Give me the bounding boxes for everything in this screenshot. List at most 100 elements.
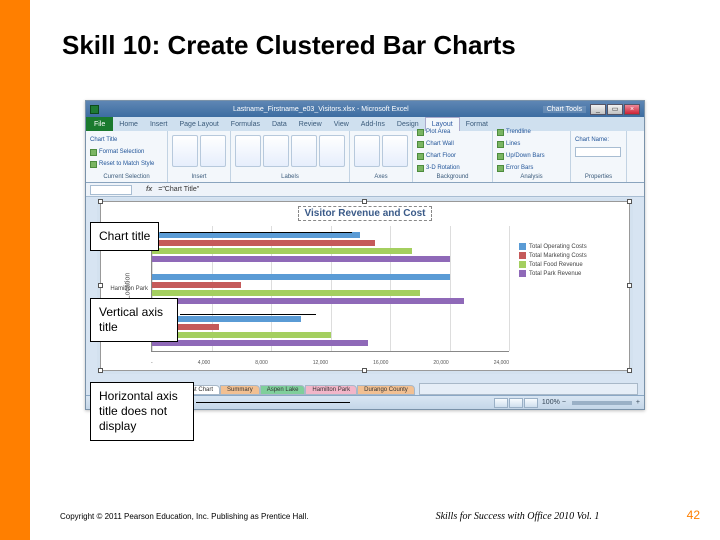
3d-rotation-button[interactable]: 3-D Rotation bbox=[417, 163, 460, 173]
legend-item[interactable]: Total Operating Costs bbox=[519, 242, 623, 251]
chart-name-label: Chart Name: bbox=[575, 135, 621, 145]
x-tick: 24,000 bbox=[494, 360, 509, 366]
document-title: Lastname_Firstname_e03_Visitors.xlsx - M… bbox=[103, 106, 539, 113]
group-insert: Insert bbox=[172, 173, 226, 180]
callout-chart-title: Chart title bbox=[90, 222, 159, 251]
normal-view-button[interactable] bbox=[494, 398, 508, 408]
chart-title-button[interactable] bbox=[235, 135, 261, 167]
legend-item[interactable]: Total Food Revenue bbox=[519, 260, 623, 269]
group-axes: Axes bbox=[354, 173, 408, 180]
bar-0-0[interactable] bbox=[152, 232, 360, 238]
bar-0-2[interactable] bbox=[152, 248, 412, 254]
lines-button[interactable]: Lines bbox=[497, 139, 545, 149]
page-number: 42 bbox=[670, 508, 700, 522]
bar-1-2[interactable] bbox=[152, 290, 420, 296]
horizontal-scrollbar[interactable] bbox=[419, 383, 638, 395]
legend-label: Total Operating Costs bbox=[529, 244, 587, 250]
chart-name-input[interactable] bbox=[575, 147, 621, 157]
zoom-in-button[interactable]: + bbox=[636, 399, 640, 406]
zoom-percent: 100% bbox=[542, 399, 560, 406]
slide-footer: Copyright © 2011 Pearson Education, Inc.… bbox=[60, 508, 700, 522]
zoom-out-button[interactable]: − bbox=[562, 399, 566, 406]
trendline-button[interactable]: Trendline bbox=[497, 127, 545, 137]
insert-shapes-button[interactable] bbox=[200, 135, 226, 167]
sheet-tab-summary[interactable]: Summary bbox=[220, 385, 260, 395]
legend-swatch bbox=[519, 252, 526, 259]
slide-title: Skill 10: Create Clustered Bar Charts bbox=[62, 30, 516, 61]
data-labels-button[interactable] bbox=[319, 135, 345, 167]
axes-button[interactable] bbox=[354, 135, 380, 167]
slide-accent-bar bbox=[0, 0, 30, 540]
bar-2-3[interactable] bbox=[152, 340, 368, 346]
tab-formulas[interactable]: Formulas bbox=[225, 117, 266, 131]
legend-swatch bbox=[519, 270, 526, 277]
maximize-button[interactable]: ▭ bbox=[607, 104, 623, 115]
chart-object[interactable]: Visitor Revenue and Cost Location Durang… bbox=[100, 201, 630, 371]
bar-0-3[interactable] bbox=[152, 256, 450, 262]
tab-page-layout[interactable]: Page Layout bbox=[173, 117, 224, 131]
group-background: Background bbox=[417, 173, 488, 180]
page-break-view-button[interactable] bbox=[524, 398, 538, 408]
leader-chart-title bbox=[160, 232, 352, 233]
file-tab[interactable]: File bbox=[86, 117, 113, 131]
close-button[interactable]: × bbox=[624, 104, 640, 115]
formula-content[interactable]: ="Chart Title" bbox=[158, 186, 199, 193]
plot-area[interactable]: Durango County ParkHamilton ParkAspen La… bbox=[151, 226, 509, 352]
book-title: Skills for Success with Office 2010 Vol.… bbox=[365, 511, 670, 522]
group-labels: Labels bbox=[235, 173, 345, 180]
up-down-bars-button[interactable]: Up/Down Bars bbox=[497, 151, 545, 161]
copyright-text: Copyright © 2011 Pearson Education, Inc.… bbox=[60, 512, 365, 521]
bar-1-1[interactable] bbox=[152, 282, 241, 288]
tab-data[interactable]: Data bbox=[266, 117, 293, 131]
error-bars-button[interactable]: Error Bars bbox=[497, 163, 545, 173]
tab-insert[interactable]: Insert bbox=[144, 117, 174, 131]
x-tick: 4,000 bbox=[198, 360, 211, 366]
legend-label: Total Marketing Costs bbox=[529, 253, 587, 259]
bar-0-1[interactable] bbox=[152, 240, 375, 246]
gridlines-button[interactable] bbox=[382, 135, 408, 167]
reset-to-match-style-button[interactable]: Reset to Match Style bbox=[90, 159, 154, 169]
chart-legend[interactable]: Total Operating Costs Total Marketing Cos… bbox=[519, 242, 623, 278]
chart-wall-button[interactable]: Chart Wall bbox=[417, 139, 460, 149]
x-axis-ticks: -4,0008,00012,00016,00020,00024,000 bbox=[151, 360, 509, 366]
insert-picture-button[interactable] bbox=[172, 135, 198, 167]
tab-review[interactable]: Review bbox=[293, 117, 328, 131]
formula-bar: fx ="Chart Title" bbox=[86, 183, 644, 197]
plot-area-button[interactable]: Plot Area bbox=[417, 127, 460, 137]
bar-2-2[interactable] bbox=[152, 332, 331, 338]
sheet-tab-aspen-lake[interactable]: Aspen Lake bbox=[260, 385, 306, 395]
format-selection-button[interactable]: Format Selection bbox=[90, 147, 154, 157]
chart-title[interactable]: Visitor Revenue and Cost bbox=[298, 206, 433, 221]
zoom-slider[interactable] bbox=[572, 401, 632, 405]
tab-home[interactable]: Home bbox=[113, 117, 144, 131]
x-tick: 16,000 bbox=[373, 360, 388, 366]
x-tick: 8,000 bbox=[255, 360, 268, 366]
minimize-button[interactable]: _ bbox=[590, 104, 606, 115]
legend-label: Total Park Revenue bbox=[529, 271, 581, 277]
tab-add-ins[interactable]: Add-Ins bbox=[355, 117, 391, 131]
sheet-tab-durango-county[interactable]: Durango County bbox=[357, 385, 415, 395]
callout-horizontal-axis-title: Horizontal axis title does not display bbox=[90, 382, 194, 441]
name-box[interactable] bbox=[90, 185, 132, 195]
fx-icon[interactable]: fx bbox=[146, 186, 152, 193]
x-tick: - bbox=[151, 360, 153, 366]
group-analysis: Analysis bbox=[497, 173, 566, 180]
legend-button[interactable] bbox=[291, 135, 317, 167]
legend-item[interactable]: Total Park Revenue bbox=[519, 269, 623, 278]
page-layout-view-button[interactable] bbox=[509, 398, 523, 408]
chart-floor-button[interactable]: Chart Floor bbox=[417, 151, 460, 161]
excel-icon bbox=[90, 105, 99, 114]
category-label: Hamilton Park bbox=[110, 286, 152, 292]
excel-window: Lastname_Firstname_e03_Visitors.xlsx - M… bbox=[85, 100, 645, 410]
leader-vertical-axis bbox=[180, 314, 316, 315]
leader-horizontal-axis bbox=[196, 402, 350, 403]
bar-1-0[interactable] bbox=[152, 274, 450, 280]
chart-element-dropdown[interactable]: Chart Title bbox=[90, 135, 154, 145]
sheet-tab-hamilton-park[interactable]: Hamilton Park bbox=[305, 385, 357, 395]
tab-view[interactable]: View bbox=[328, 117, 355, 131]
bar-1-3[interactable] bbox=[152, 298, 464, 304]
axis-titles-button[interactable] bbox=[263, 135, 289, 167]
callout-vertical-axis-title: Vertical axis title bbox=[90, 298, 178, 342]
legend-item[interactable]: Total Marketing Costs bbox=[519, 251, 623, 260]
x-tick: 12,000 bbox=[313, 360, 328, 366]
